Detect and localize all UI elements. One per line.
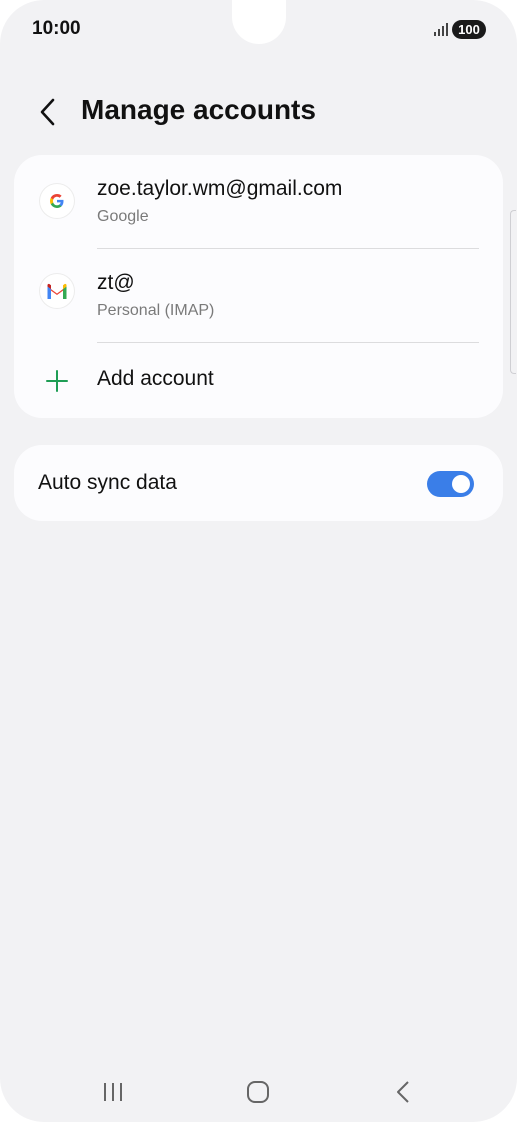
home-button[interactable] bbox=[233, 1072, 283, 1112]
chevron-left-icon bbox=[40, 98, 55, 126]
home-icon bbox=[247, 1081, 269, 1103]
phone-screen: 10:00 100 Manage accounts zoe.taylor.wm@… bbox=[0, 0, 517, 1122]
plus-icon bbox=[46, 370, 68, 392]
auto-sync-toggle[interactable] bbox=[427, 471, 474, 497]
account-type: Personal (IMAP) bbox=[97, 302, 215, 319]
system-back-button[interactable] bbox=[378, 1072, 428, 1112]
auto-sync-card[interactable]: Auto sync data bbox=[14, 445, 503, 521]
account-row-google[interactable]: zoe.taylor.wm@gmail.com Google bbox=[14, 155, 503, 249]
account-name: zt@ bbox=[97, 271, 135, 294]
account-row-imap[interactable]: zt@ Personal (IMAP) bbox=[14, 249, 503, 343]
add-account-button[interactable]: Add account bbox=[14, 343, 503, 418]
accounts-card: zoe.taylor.wm@gmail.com Google zt@ Perso… bbox=[14, 155, 503, 418]
battery-indicator: 100 bbox=[452, 20, 486, 39]
recents-button[interactable] bbox=[88, 1072, 138, 1112]
gmail-icon bbox=[40, 274, 74, 308]
status-time: 10:00 bbox=[32, 18, 81, 39]
back-button[interactable] bbox=[30, 92, 66, 132]
toggle-knob bbox=[452, 475, 470, 493]
scroll-indicator[interactable] bbox=[510, 210, 516, 374]
camera-notch bbox=[232, 0, 286, 44]
google-icon bbox=[40, 184, 74, 218]
account-name: zoe.taylor.wm@gmail.com bbox=[97, 177, 343, 200]
status-bar: 10:00 100 bbox=[0, 0, 517, 60]
app-header: Manage accounts bbox=[0, 80, 517, 144]
signal-icon bbox=[434, 23, 448, 36]
page-title: Manage accounts bbox=[81, 94, 316, 125]
add-account-label: Add account bbox=[97, 367, 214, 390]
navigation-bar bbox=[0, 1062, 517, 1122]
back-icon bbox=[397, 1081, 409, 1103]
auto-sync-label: Auto sync data bbox=[38, 471, 177, 494]
account-type: Google bbox=[97, 208, 149, 225]
recents-icon bbox=[104, 1083, 122, 1101]
